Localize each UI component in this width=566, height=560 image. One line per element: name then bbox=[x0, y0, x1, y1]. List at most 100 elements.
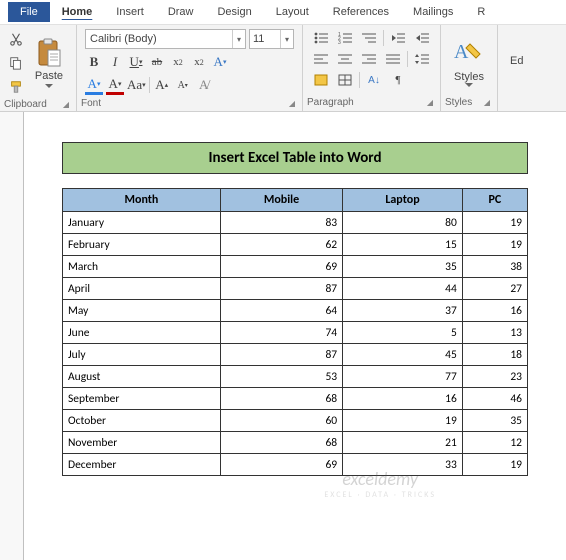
cell-month: February bbox=[63, 234, 221, 256]
paragraph-launcher[interactable]: ◢ bbox=[424, 98, 436, 107]
italic-button[interactable]: I bbox=[106, 52, 124, 72]
cell-laptop: 33 bbox=[343, 454, 463, 476]
superscript-button[interactable]: x2 bbox=[190, 52, 208, 72]
cell-pc: 23 bbox=[462, 366, 527, 388]
cell-pc: 19 bbox=[462, 212, 527, 234]
chevron-down-icon bbox=[45, 84, 53, 89]
text-highlight-button[interactable]: A▾ bbox=[85, 75, 103, 95]
shrink-font-button[interactable]: A▾ bbox=[174, 75, 192, 95]
editing-button[interactable]: Ed bbox=[510, 55, 523, 67]
tab-file[interactable]: File bbox=[8, 2, 50, 22]
cell-mobile: 87 bbox=[220, 278, 342, 300]
clipboard-launcher[interactable]: ◢ bbox=[60, 100, 72, 109]
justify-button[interactable] bbox=[383, 50, 403, 68]
tab-review-cut[interactable]: R bbox=[465, 2, 497, 22]
tab-home[interactable]: Home bbox=[50, 2, 105, 22]
ribbon: Paste Clipboard◢ Calibri (Body)▾ 11▾ B I… bbox=[0, 24, 566, 112]
cell-month: October bbox=[63, 410, 221, 432]
ribbon-tabs: File Home Insert Draw Design Layout Refe… bbox=[0, 0, 566, 24]
clear-formatting-button[interactable]: A̸ bbox=[195, 75, 213, 95]
tab-draw[interactable]: Draw bbox=[156, 2, 206, 22]
cell-pc: 19 bbox=[462, 234, 527, 256]
cell-pc: 18 bbox=[462, 344, 527, 366]
font-name-combo[interactable]: Calibri (Body)▾ bbox=[85, 29, 246, 49]
cell-laptop: 77 bbox=[343, 366, 463, 388]
table-row: June74513 bbox=[63, 322, 528, 344]
bold-button[interactable]: B bbox=[85, 52, 103, 72]
shading-button[interactable] bbox=[311, 71, 331, 89]
cell-laptop: 21 bbox=[343, 432, 463, 454]
table-row: September681646 bbox=[63, 388, 528, 410]
table-row: February621519 bbox=[63, 234, 528, 256]
align-right-button[interactable] bbox=[359, 50, 379, 68]
text-effects-button[interactable]: A▾ bbox=[211, 52, 229, 72]
strikethrough-button[interactable]: ab bbox=[148, 52, 166, 72]
cell-mobile: 74 bbox=[220, 322, 342, 344]
styles-label: Styles bbox=[454, 71, 484, 83]
subscript-button[interactable]: x2 bbox=[169, 52, 187, 72]
vertical-ruler[interactable] bbox=[0, 112, 24, 560]
cell-mobile: 69 bbox=[220, 256, 342, 278]
separator bbox=[359, 72, 360, 88]
col-pc: PC bbox=[462, 189, 527, 212]
cell-pc: 27 bbox=[462, 278, 527, 300]
paste-icon bbox=[36, 38, 62, 68]
multilevel-list-button[interactable] bbox=[359, 29, 379, 47]
line-spacing-button[interactable] bbox=[412, 50, 432, 68]
numbering-button[interactable]: 123 bbox=[335, 29, 355, 47]
tab-layout[interactable]: Layout bbox=[264, 2, 321, 22]
cell-mobile: 62 bbox=[220, 234, 342, 256]
cell-mobile: 69 bbox=[220, 454, 342, 476]
tab-insert[interactable]: Insert bbox=[104, 2, 156, 22]
cell-pc: 19 bbox=[462, 454, 527, 476]
page[interactable]: Insert Excel Table into Word Month Mobil… bbox=[24, 122, 566, 496]
bullets-button[interactable] bbox=[311, 29, 331, 47]
align-left-button[interactable] bbox=[311, 50, 331, 68]
copy-button[interactable] bbox=[6, 53, 26, 73]
paste-button[interactable]: Paste bbox=[28, 32, 70, 94]
sort-button[interactable]: A↓ bbox=[364, 71, 384, 89]
cell-mobile: 87 bbox=[220, 344, 342, 366]
col-mobile: Mobile bbox=[220, 189, 342, 212]
table-row: March693538 bbox=[63, 256, 528, 278]
document-area: Insert Excel Table into Word Month Mobil… bbox=[0, 112, 566, 560]
cell-laptop: 16 bbox=[343, 388, 463, 410]
group-paragraph: 123 A↓ ¶ Paragraph ◢ bbox=[303, 25, 441, 111]
change-case-button[interactable]: Aa▾ bbox=[127, 75, 146, 95]
separator bbox=[383, 30, 384, 46]
cell-mobile: 53 bbox=[220, 366, 342, 388]
font-size-combo[interactable]: 11▾ bbox=[249, 29, 294, 49]
cell-mobile: 64 bbox=[220, 300, 342, 322]
tab-mailings[interactable]: Mailings bbox=[401, 2, 465, 22]
table-row: April874427 bbox=[63, 278, 528, 300]
cell-pc: 16 bbox=[462, 300, 527, 322]
cell-mobile: 83 bbox=[220, 212, 342, 234]
increase-indent-button[interactable] bbox=[412, 29, 432, 47]
borders-button[interactable] bbox=[335, 71, 355, 89]
styles-launcher[interactable]: ◢ bbox=[481, 98, 493, 107]
cell-pc: 35 bbox=[462, 410, 527, 432]
cell-pc: 13 bbox=[462, 322, 527, 344]
cell-month: December bbox=[63, 454, 221, 476]
grow-font-button[interactable]: A▴ bbox=[153, 75, 171, 95]
show-hide-button[interactable]: ¶ bbox=[388, 71, 408, 89]
format-painter-button[interactable] bbox=[6, 77, 26, 97]
styles-button[interactable]: A bbox=[451, 35, 487, 71]
align-center-button[interactable] bbox=[335, 50, 355, 68]
cut-button[interactable] bbox=[6, 29, 26, 49]
decrease-indent-button[interactable] bbox=[388, 29, 408, 47]
cell-month: November bbox=[63, 432, 221, 454]
cell-pc: 12 bbox=[462, 432, 527, 454]
tab-references[interactable]: References bbox=[321, 2, 401, 22]
underline-button[interactable]: U▾ bbox=[127, 52, 145, 72]
tab-design[interactable]: Design bbox=[205, 2, 263, 22]
cell-month: August bbox=[63, 366, 221, 388]
table-row: December693319 bbox=[63, 454, 528, 476]
cell-laptop: 5 bbox=[343, 322, 463, 344]
group-font: Calibri (Body)▾ 11▾ B I U▾ ab x2 x2 A▾ A… bbox=[77, 25, 303, 111]
cell-laptop: 35 bbox=[343, 256, 463, 278]
font-color-button[interactable]: A▾ bbox=[106, 75, 124, 95]
table-row: November682112 bbox=[63, 432, 528, 454]
group-label-paragraph: Paragraph bbox=[307, 97, 354, 108]
font-launcher[interactable]: ◢ bbox=[286, 99, 298, 108]
